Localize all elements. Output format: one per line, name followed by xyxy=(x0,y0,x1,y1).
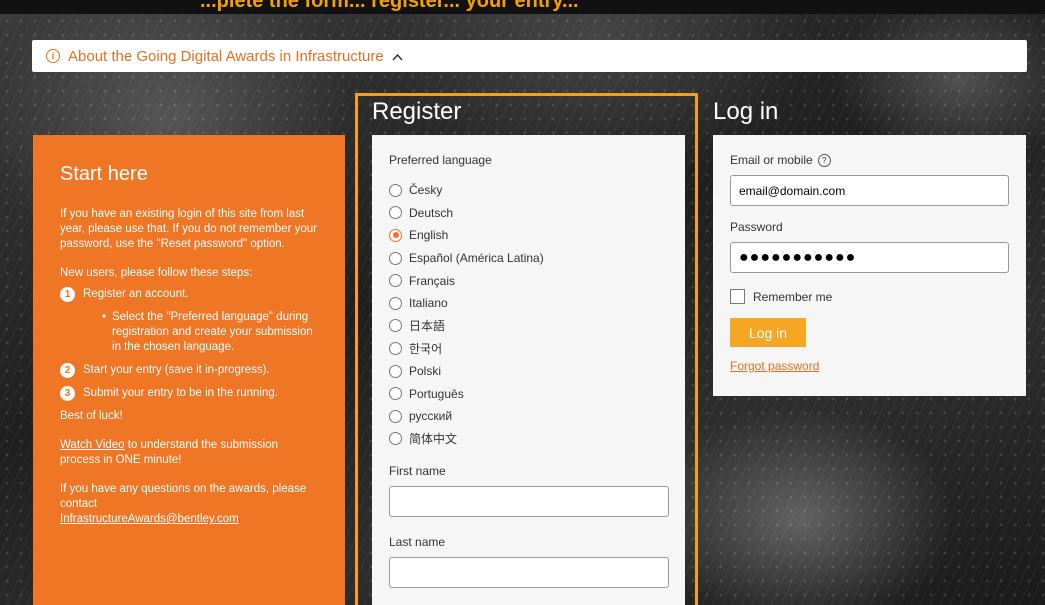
remember-me-checkbox[interactable] xyxy=(730,289,745,304)
password-label: Password xyxy=(730,220,783,234)
language-option[interactable]: Česky xyxy=(389,179,668,202)
language-label: Português xyxy=(409,386,464,401)
login-button[interactable]: Log in xyxy=(730,318,806,347)
language-radio[interactable] xyxy=(389,183,402,197)
header-strip: ...plete the form... register... your en… xyxy=(0,0,1045,14)
step-text-3: Submit your entry to be in the running. xyxy=(83,387,278,399)
language-radio[interactable] xyxy=(389,432,402,446)
questions-text: If you have any questions on the awards,… xyxy=(60,483,307,510)
language-label: Deutsch xyxy=(409,205,454,220)
step-text-1: Register an account. xyxy=(83,288,189,300)
help-icon[interactable]: ? xyxy=(817,154,831,167)
info-icon: i xyxy=(46,49,60,63)
sub-step-bullet: • xyxy=(102,311,107,323)
language-option[interactable]: English xyxy=(389,224,668,247)
step-number-3: 3 xyxy=(60,386,75,401)
remember-me-row[interactable]: Remember me xyxy=(730,289,1009,304)
language-option[interactable]: Deutsch xyxy=(389,202,668,225)
language-label: 한국어 xyxy=(409,341,443,356)
last-name-input[interactable] xyxy=(389,557,669,589)
contact-email-link[interactable]: InfrastructureAwards@bentley.com xyxy=(60,513,239,525)
last-name-label: Last name xyxy=(389,535,446,550)
login-title: Log in xyxy=(713,98,779,125)
step-2: 2 Start your entry (save it in-progress)… xyxy=(60,363,318,378)
register-form: Preferred language Česky Deutsch English Es… xyxy=(372,135,685,605)
video-paragraph: Watch Video to understand the submission… xyxy=(60,438,318,468)
language-option[interactable]: 简体中文 xyxy=(389,428,668,451)
step-3: 3 Submit your entry to be in the running… xyxy=(60,386,318,401)
sub-step-text: Select the "Preferred language" during r… xyxy=(112,311,313,353)
language-label: Česky xyxy=(409,183,443,198)
language-label: Italiano xyxy=(409,296,448,311)
language-radio[interactable] xyxy=(389,364,402,378)
questions-paragraph: If you have any questions on the awards,… xyxy=(60,482,318,527)
watch-video-link[interactable]: Watch Video xyxy=(60,439,125,451)
email-label: Email or mobile xyxy=(730,153,813,167)
start-here-panel: Start here If you have an existing login… xyxy=(33,135,345,605)
new-users-text: New users, please follow these steps: xyxy=(60,267,253,279)
first-name-input[interactable] xyxy=(389,486,669,518)
language-radio[interactable] xyxy=(389,274,402,288)
language-option[interactable]: 한국어 xyxy=(389,337,668,360)
language-option[interactable]: русский xyxy=(389,405,668,428)
language-option[interactable]: 日本語 xyxy=(389,315,668,338)
language-radio-group: Česky Deutsch English Español (América Lati… xyxy=(389,179,668,450)
language-option[interactable]: Polski xyxy=(389,360,668,383)
language-radio[interactable] xyxy=(389,387,402,401)
email-label-row: Email or mobile? xyxy=(730,153,1009,167)
language-option[interactable]: Português xyxy=(389,382,668,405)
language-label: English xyxy=(409,228,449,243)
sub-step: • Select the "Preferred language" during… xyxy=(102,310,318,355)
language-label: Español (América Latina) xyxy=(409,251,544,266)
language-radio[interactable] xyxy=(389,206,402,220)
remember-me-label: Remember me xyxy=(753,289,833,304)
step-number-1: 1 xyxy=(60,287,75,302)
start-title: Start here xyxy=(60,163,148,185)
first-name-label: First name xyxy=(389,464,446,479)
language-label: 日本語 xyxy=(409,319,446,334)
header-partial-text: ...plete the form... register... your en… xyxy=(200,0,579,12)
step-number-2: 2 xyxy=(60,363,75,378)
register-title: Register xyxy=(372,98,462,125)
language-radio[interactable] xyxy=(389,409,402,423)
language-label: Polski xyxy=(409,364,442,379)
language-radio[interactable] xyxy=(389,319,402,333)
best-of-luck: Best of luck! xyxy=(60,410,123,422)
language-radio[interactable] xyxy=(389,251,402,265)
language-option[interactable]: Español (América Latina) xyxy=(389,247,668,270)
start-intro: If you have an existing login of this si… xyxy=(60,208,317,250)
email-input[interactable] xyxy=(730,175,1009,206)
language-label: Français xyxy=(409,273,456,288)
preferred-language-label: Preferred language xyxy=(389,153,492,167)
language-label: 简体中文 xyxy=(409,432,458,447)
language-label: русский xyxy=(409,409,453,424)
chevron-up-icon xyxy=(392,49,403,64)
language-option[interactable]: Français xyxy=(389,269,668,292)
about-label: About the Going Digital Awards in Infras… xyxy=(68,47,384,65)
step-1: 1 Register an account. xyxy=(60,287,318,302)
step-text-2: Start your entry (save it in-progress). xyxy=(83,364,270,376)
password-input[interactable] xyxy=(730,242,1009,273)
about-toggle[interactable]: i About the Going Digital Awards in Infr… xyxy=(32,40,1027,72)
language-radio[interactable] xyxy=(389,228,402,242)
forgot-password-link[interactable]: Forgot password xyxy=(730,359,1009,373)
language-radio[interactable] xyxy=(389,296,402,310)
language-option[interactable]: Italiano xyxy=(389,292,668,315)
language-radio[interactable] xyxy=(389,341,402,355)
login-form: Email or mobile? Password Remember me Lo… xyxy=(713,135,1026,396)
